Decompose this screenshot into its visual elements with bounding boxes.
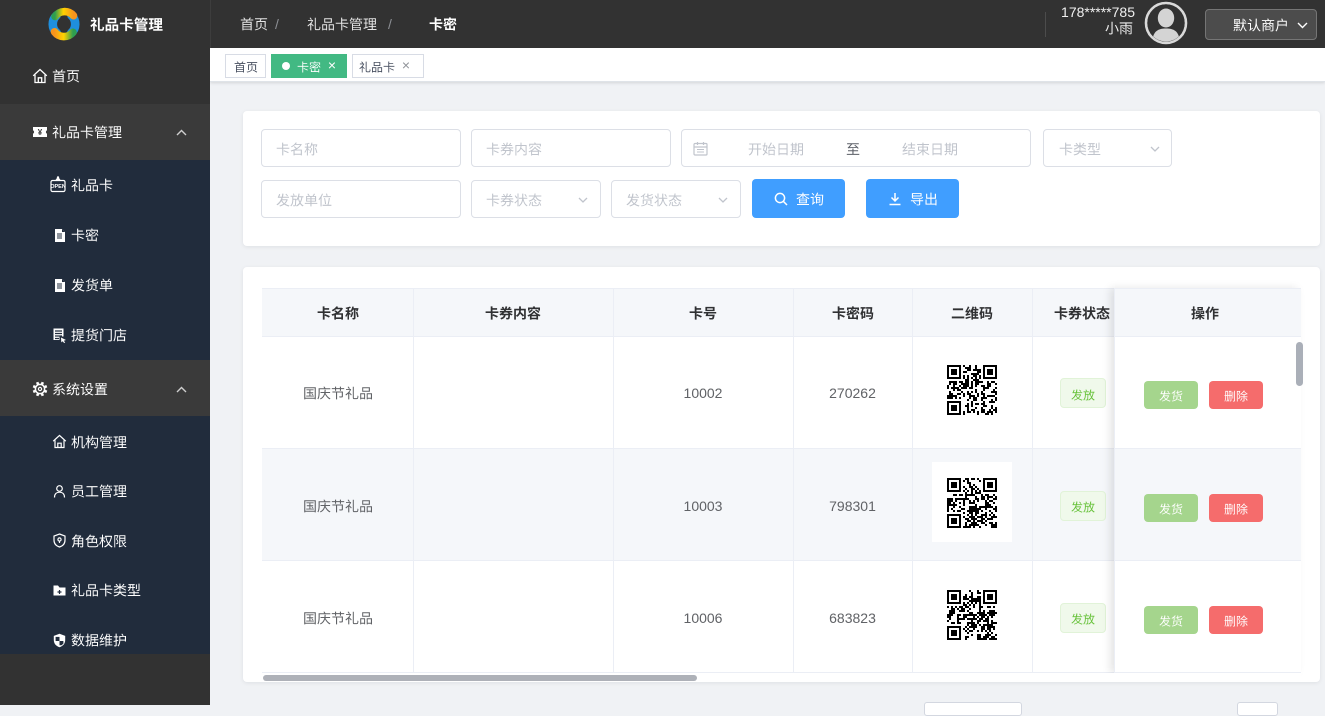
svg-text:¥: ¥ — [38, 128, 43, 137]
svg-text:OPEN: OPEN — [50, 184, 66, 190]
